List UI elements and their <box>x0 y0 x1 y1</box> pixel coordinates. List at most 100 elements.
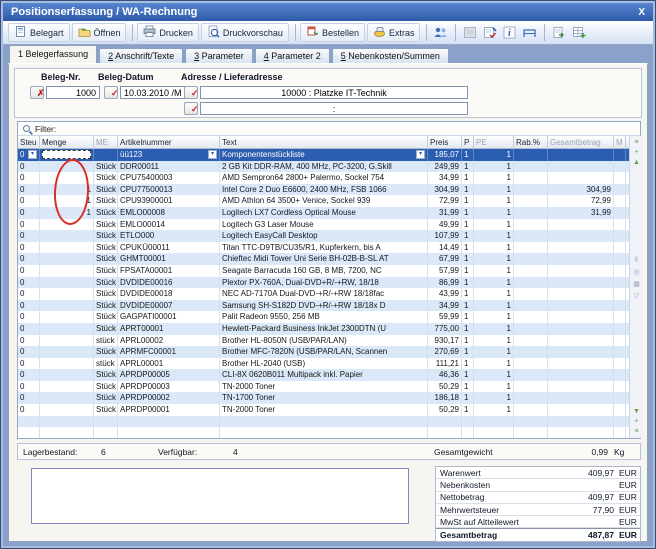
edit-positions-button[interactable] <box>480 24 499 42</box>
belegart-button[interactable]: Belegart <box>8 23 70 42</box>
col-menge[interactable]: Menge <box>40 136 94 149</box>
scroll-bottom-icon[interactable]: ≡ <box>630 427 643 436</box>
insert-row-icon[interactable]: + <box>630 148 643 157</box>
stock-disabled-button[interactable] <box>460 24 479 42</box>
cell-artikelnummer: DVDIDE00016 <box>118 277 220 289</box>
col-text[interactable]: Text <box>220 136 428 149</box>
druckvorschau-button[interactable]: Druckvorschau <box>201 23 289 42</box>
table-row[interactable]: 0 Stück APRDP00002 TN-1700 Toner 186,18 … <box>18 392 629 404</box>
view-icon[interactable]: ▦ <box>630 280 643 289</box>
table-row[interactable]: 0 Stück GAGPATI00001 Palit Radeon 9550, … <box>18 311 629 323</box>
lieferadresse-check-button[interactable]: ✓ <box>184 102 198 115</box>
beleg-datum-input[interactable] <box>120 86 186 99</box>
beleg-nr-input[interactable] <box>46 86 100 99</box>
cell-steu: 0 <box>18 381 40 393</box>
table-row[interactable]: 0 1 Stück CPU77500013 Intel Core 2 Duo E… <box>18 184 629 196</box>
cell-gesamtbetrag <box>548 381 614 393</box>
oeffnen-button[interactable]: Öffnen <box>72 23 127 42</box>
scroll-top-icon[interactable]: ≡ <box>630 138 643 147</box>
append-row-icon[interactable]: + <box>630 417 643 426</box>
table-row[interactable]: 0 Stück APRMFC00001 Brother MFC-7820N (U… <box>18 346 629 358</box>
col-rab[interactable]: Rab.% <box>514 136 548 149</box>
scroll-down-icon[interactable]: ▼ <box>630 407 643 416</box>
cell-m <box>614 288 626 300</box>
search-icon[interactable]: ◎ <box>630 268 643 277</box>
table-row[interactable]: 0 1 Stück EMLO00008 Logitech LX7 Cordles… <box>18 207 629 219</box>
tab[interactable]: 5 Nebenkosten/Summen <box>332 48 449 63</box>
scroll-up-icon[interactable]: ▲ <box>630 158 643 167</box>
table-row[interactable]: 0 stück APRL00001 Brother HL-2040 (USB) … <box>18 358 629 370</box>
cell-m <box>614 369 626 381</box>
cell-artikelnummer: APRT00001 <box>118 323 220 335</box>
cell-gesamtbetrag <box>548 346 614 358</box>
table-row[interactable]: 0 Stück APRDP00005 CLI-8X 0620B011 Multi… <box>18 369 629 381</box>
table-row[interactable]: 0 Stück CPU75400003 AMD Sempron64 2800+ … <box>18 172 629 184</box>
cell-p <box>462 427 474 438</box>
selected-row[interactable]: 0▾ üü123▾ Komponentenstückliste▾ 185,07 … <box>18 149 629 161</box>
table-row[interactable]: 0 stück APRL00002 Brother HL-8050N (USB/… <box>18 335 629 347</box>
cell-me: Stück <box>94 161 118 173</box>
table-row[interactable]: 0 Stück ETLO000 Logitech EasyCall Deskto… <box>18 230 629 242</box>
col-pe[interactable]: PE <box>474 136 514 149</box>
beleg-nr-label: Beleg-Nr. <box>41 72 81 82</box>
gesamtgewicht-value: 0,99 <box>578 447 608 457</box>
tab[interactable]: 3 Parameter <box>185 48 253 63</box>
cell-menge-edit[interactable] <box>40 149 94 161</box>
table-row[interactable] <box>18 416 629 428</box>
table-row[interactable]: 0 1 Stück CPU93900001 AMD Athlon 64 3500… <box>18 195 629 207</box>
col-m[interactable]: M <box>614 136 626 149</box>
stock-disabled-icon <box>463 26 477 39</box>
cell-text: Palit Radeon 9550, 256 MB <box>220 311 428 323</box>
col-artikelnummer[interactable]: Artikelnummer <box>118 136 220 149</box>
col-steu[interactable]: Steu <box>18 136 40 149</box>
table-row[interactable]: 0 Stück CPUKÜ00011 Titan TTC-D9TB/CU35/R… <box>18 242 629 254</box>
tab[interactable]: 1 Belegerfassung <box>9 45 97 63</box>
col-me[interactable]: ME <box>94 136 118 149</box>
tab[interactable]: 2 Anschrift/Texte <box>99 48 183 63</box>
cell-rab <box>514 277 548 289</box>
cell-artikelnummer: APRL00001 <box>118 358 220 370</box>
cell-m <box>614 219 626 231</box>
tab[interactable]: 4 Parameter 2 <box>255 48 330 63</box>
filter-label[interactable]: Filter: <box>35 124 56 134</box>
users-button[interactable] <box>431 24 450 42</box>
document-export-button[interactable] <box>549 24 568 42</box>
table-extras-button[interactable] <box>569 24 588 42</box>
cell-me: Stück <box>94 265 118 277</box>
table-row[interactable]: 0 Stück APRT00001 Hewlett-Packard Busine… <box>18 323 629 335</box>
col-p[interactable]: P <box>462 136 474 149</box>
filter-rows-icon[interactable]: ▽ <box>630 292 643 301</box>
adresse-check-button[interactable]: ✓ <box>184 86 198 99</box>
dimensions-button[interactable] <box>520 24 539 42</box>
table-row[interactable]: 0 Stück FPSATA00001 Seagate Barracuda 16… <box>18 265 629 277</box>
table-row[interactable] <box>18 427 629 438</box>
cell-m <box>614 242 626 254</box>
table-row[interactable]: 0 Stück DVDIDE00018 NEC AD-7170A Dual-DV… <box>18 288 629 300</box>
adresse-input[interactable] <box>200 86 468 99</box>
col-preis[interactable]: Preis <box>428 136 462 149</box>
cell-pe: 1 <box>474 346 514 358</box>
table-row[interactable]: 0 Stück APRDP00001 TN-2000 Toner 50,29 1… <box>18 404 629 416</box>
table-row[interactable]: 0 Stück DVDIDE00016 Plextor PX-760A, Dua… <box>18 277 629 289</box>
lieferadresse-input[interactable] <box>200 102 468 115</box>
info-button[interactable]: i <box>500 24 519 42</box>
cell-m <box>614 346 626 358</box>
table-row[interactable]: 0 Stück DDR00011 2 GB Kit DDR-RAM, 400 M… <box>18 161 629 173</box>
bestellen-button[interactable]: Bestellen <box>300 23 365 42</box>
table-row[interactable]: 0 Stück GHMT00001 Chieftec Midi Tower Un… <box>18 253 629 265</box>
pause-icon[interactable]: ‖ <box>630 256 643 265</box>
cell-me: Stück <box>94 300 118 312</box>
beleg-nr-clear-button[interactable]: ✗ <box>30 86 44 99</box>
table-row[interactable]: 0 Stück APRDP00003 TN-2000 Toner 50,29 1… <box>18 381 629 393</box>
drucken-button[interactable]: Drucken <box>137 23 199 42</box>
cell-m <box>614 149 626 161</box>
cell-gesamtbetrag <box>548 300 614 312</box>
cell-p: 1 <box>462 161 474 173</box>
table-row[interactable]: 0 Stück DVDIDE00007 Samsung SH-S182D DVD… <box>18 300 629 312</box>
notes-box[interactable] <box>31 468 409 524</box>
close-button[interactable]: X <box>638 5 645 21</box>
beleg-datum-check-button[interactable]: ✓ <box>104 86 118 99</box>
col-gesamtbetrag[interactable]: Gesamtbetrag <box>548 136 614 149</box>
table-row[interactable]: 0 Stück EMLO00014 Logitech G3 Laser Mous… <box>18 219 629 231</box>
extras-button[interactable]: Extras <box>367 23 421 42</box>
